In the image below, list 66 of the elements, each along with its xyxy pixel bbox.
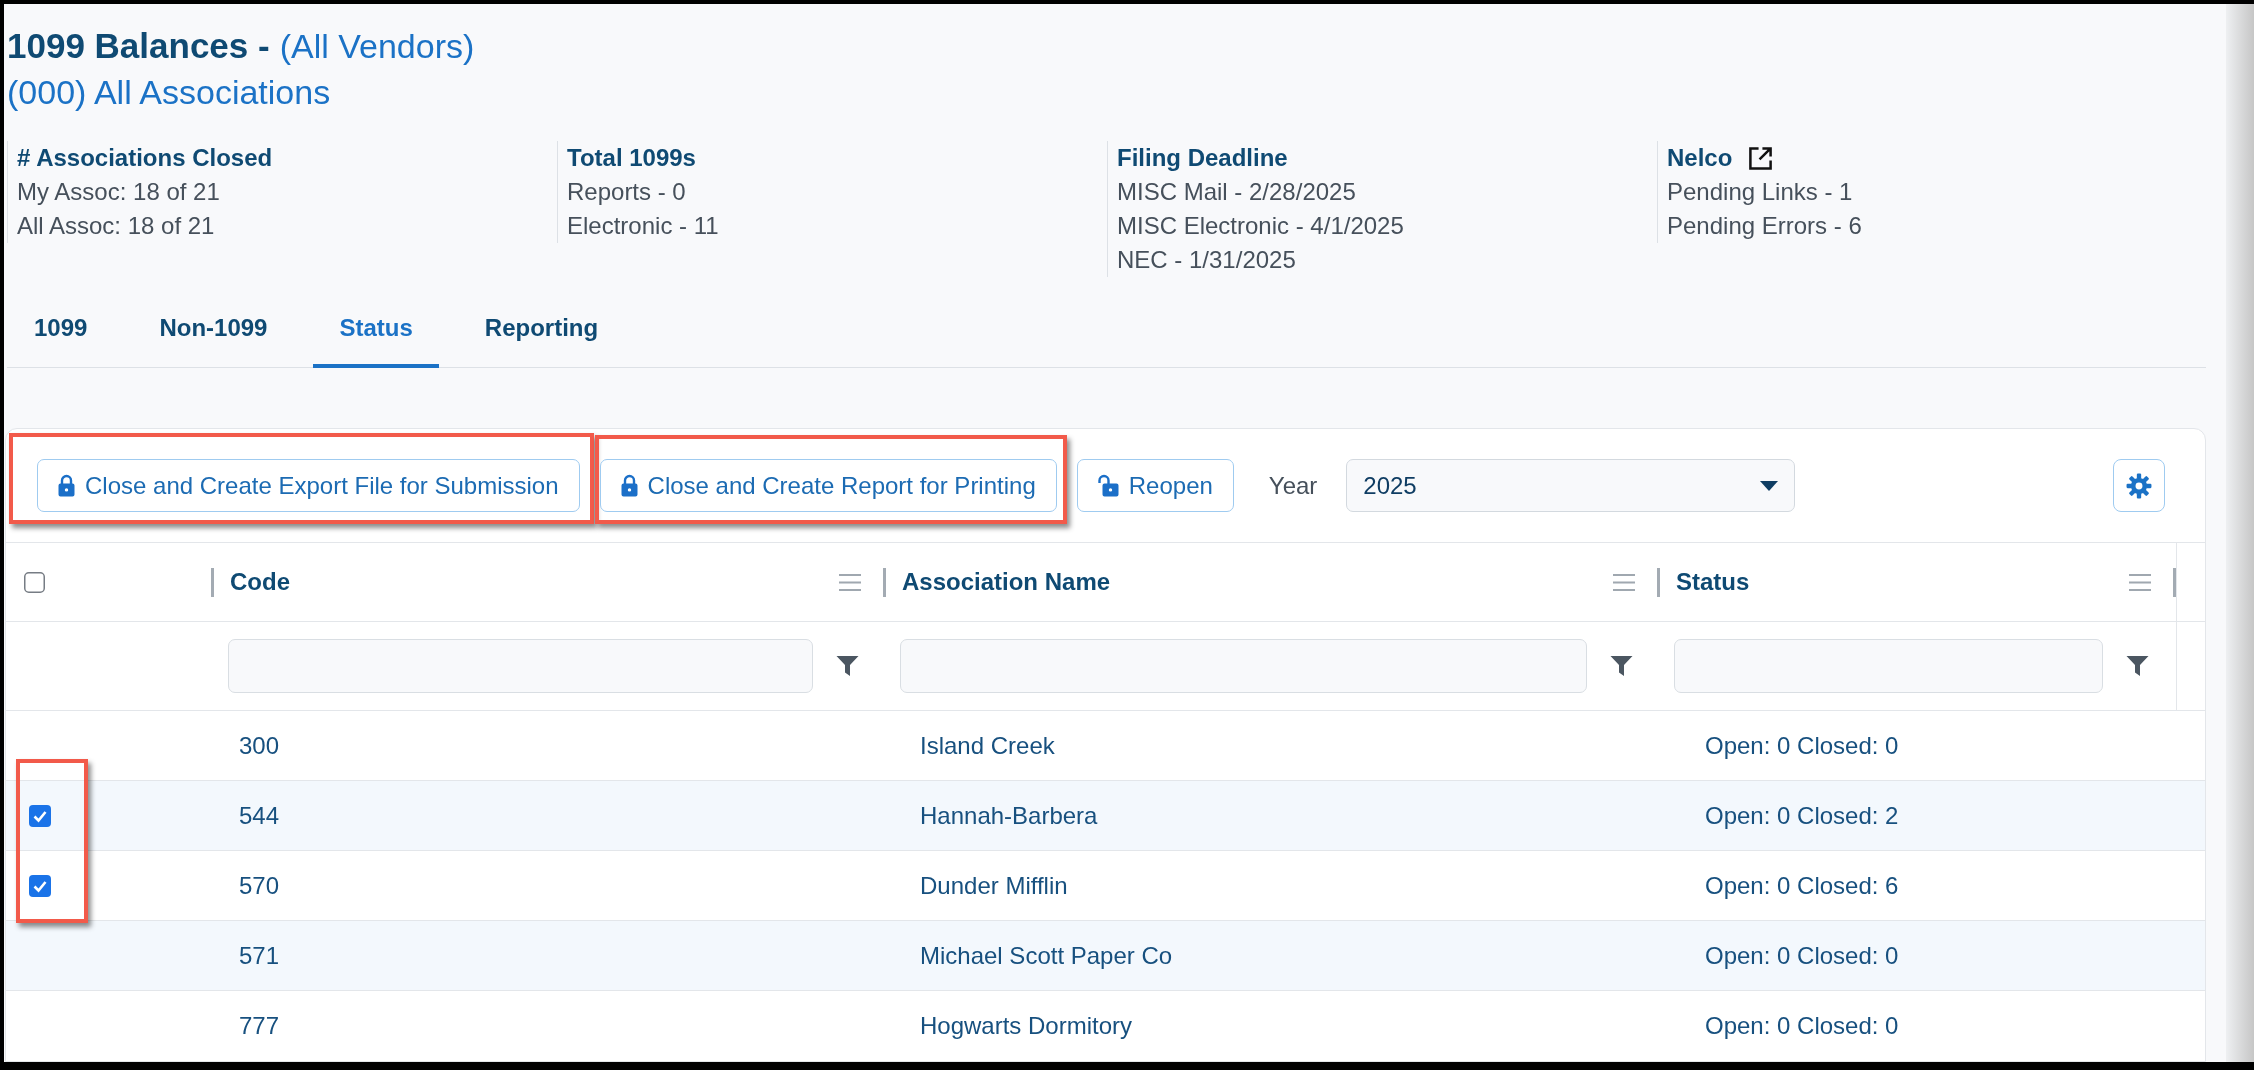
summary-heading: Filing Deadline [1117,143,1288,173]
column-menu-icon[interactable] [2129,572,2151,592]
association-name: Hogwarts Dormitory [920,1010,1133,1041]
tab[interactable]: Non-1099 [133,292,294,368]
status-text: Open: 0 Closed: 2 [1705,800,1899,831]
association-code: 570 [239,870,280,901]
summary-line: Reports - 0 [567,177,687,207]
tab[interactable]: 1099 [8,292,114,368]
status-text: Open: 0 Closed: 0 [1705,1010,1899,1041]
summary-line: MISC Electronic - 4/1/2025 [1117,211,1405,241]
association-link[interactable]: (000) All Associations [7,69,331,115]
lock-icon [620,474,638,497]
column-resize-handle[interactable] [2173,567,2176,597]
filter-icon[interactable] [836,655,859,677]
filter-icon[interactable] [1610,655,1633,677]
filter-icon[interactable] [2126,655,2149,677]
association-code: 300 [239,730,280,761]
checkbox[interactable] [29,804,51,827]
tab[interactable]: Reporting [458,292,625,368]
toolbar-button[interactable]: Reopen [1076,459,1234,512]
summary-heading: Nelco [1667,143,1733,173]
status-text: Open: 0 Closed: 6 [1705,870,1899,901]
column-header[interactable]: Association Name [902,564,1111,600]
summary-line: Pending Errors - 6 [1667,211,1863,241]
toolbar-button[interactable]: Close and Create Export File for Submission [37,459,580,512]
filter-field[interactable] [1674,639,2103,693]
summary-heading: # Associations Closed [17,143,273,173]
association-code: 777 [239,1010,280,1041]
lock-icon [58,474,75,497]
column-header[interactable]: Code [230,564,290,600]
association-name: Dunder Mifflin [920,870,1068,901]
summary-line: MISC Mail - 2/28/2025 [1117,177,1357,207]
column-menu-icon[interactable] [1613,572,1635,592]
caret-down-icon [1760,480,1779,491]
toolbar-button[interactable]: Close and Create Report for Printing [599,459,1057,512]
association-code: 571 [239,940,280,971]
checkbox[interactable] [29,874,51,897]
settings-icon [2126,472,2152,499]
association-code: 544 [239,800,280,831]
column-resize-handle[interactable] [883,567,886,597]
association-name: Hannah-Barbera [920,800,1098,831]
summary-line: Pending Links - 1 [1667,177,1854,207]
association-name: Michael Scott Paper Co [920,940,1173,971]
summary-line: All Assoc: 18 of 21 [17,211,216,241]
settings-button[interactable] [2113,459,2165,512]
year-select[interactable]: 2025 [1346,459,1796,512]
summary-line: NEC - 1/31/2025 [1117,245,1297,275]
unlock-icon [1097,474,1119,497]
column-menu-icon[interactable] [839,572,861,592]
year-label: Year [1268,470,1318,501]
column-header[interactable]: Status [1676,564,1750,600]
status-text: Open: 0 Closed: 0 [1705,940,1899,971]
column-resize-handle[interactable] [211,567,214,597]
checkbox[interactable] [24,571,45,593]
summary-line: My Assoc: 18 of 21 [17,177,221,207]
summary-line: Electronic - 11 [567,211,720,241]
page-title: 1099 Balances - [7,25,270,67]
association-name: Island Creek [920,730,1055,761]
filter-field[interactable] [900,639,1587,693]
external-link-icon[interactable] [1748,145,1774,171]
summary-heading: Total 1099s [567,143,696,173]
tab[interactable]: Status [313,292,439,368]
column-resize-handle[interactable] [1657,567,1660,597]
status-text: Open: 0 Closed: 0 [1705,730,1899,761]
vendor-filter-link[interactable]: (All Vendors) [279,23,475,69]
filter-field[interactable] [228,639,813,693]
